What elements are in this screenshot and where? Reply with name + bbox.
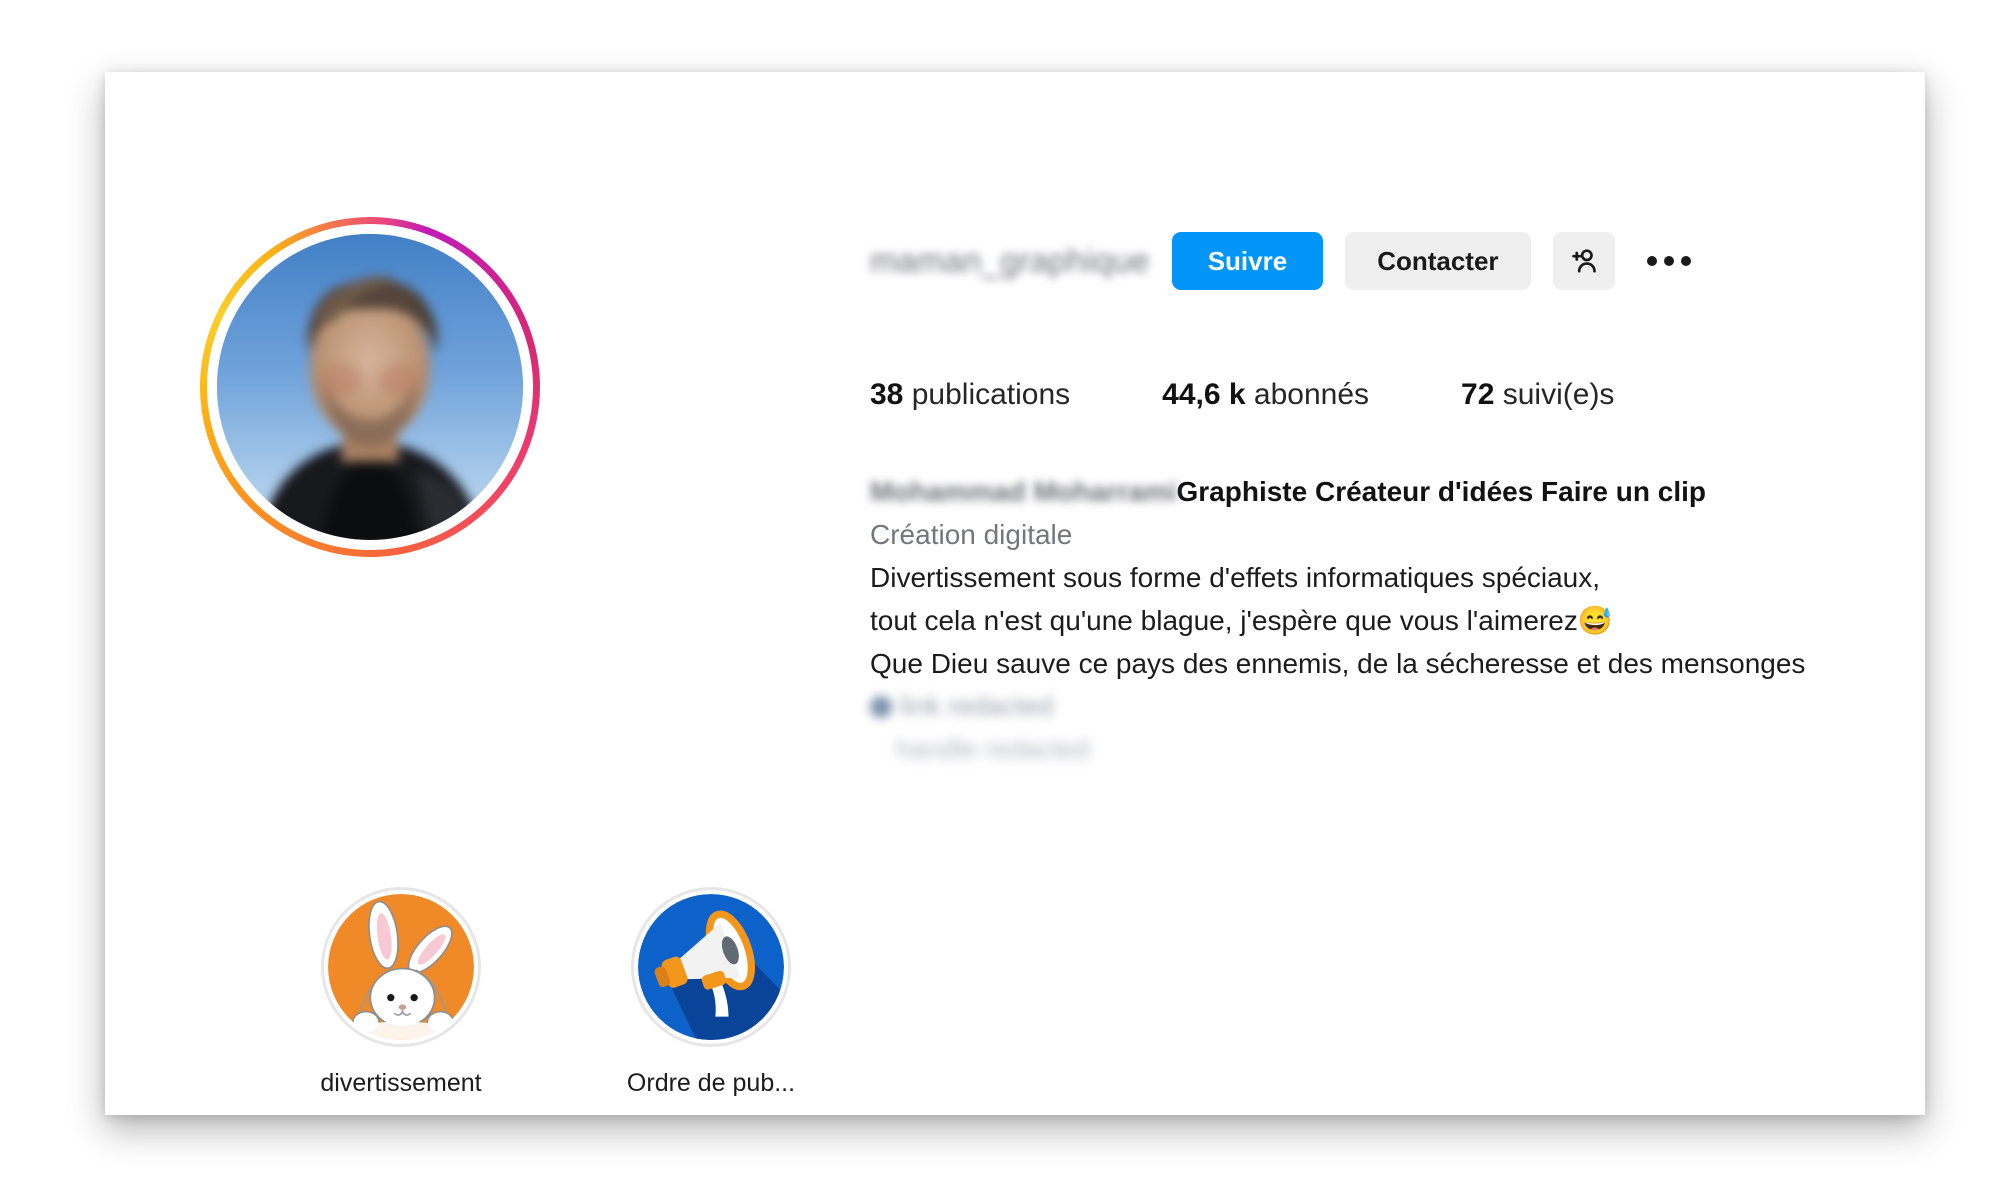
- bio-text-line-2-text: tout cela n'est qu'une blague, j'espère …: [870, 605, 1578, 636]
- instagram-profile-card: maman_graphique Suivre Contacter 38 publ…: [105, 72, 1925, 1115]
- bio-blurred-handle-text: handle redacted: [896, 734, 1090, 764]
- profile-header-row: maman_graphique Suivre Contacter: [870, 232, 1701, 290]
- stat-followers[interactable]: 44,6 k abonnés: [1162, 378, 1369, 412]
- stat-followers-value: 44,6 k: [1162, 378, 1246, 411]
- stat-posts-label: publications: [911, 378, 1071, 411]
- highlight-label: divertissement: [320, 1069, 482, 1097]
- screenshot-root: maman_graphique Suivre Contacter 38 publ…: [0, 0, 2000, 1200]
- avatar-portrait-icon: [217, 234, 523, 540]
- bio-text-line-3: Que Dieu sauve ce pays des ennemis, de l…: [870, 648, 1806, 679]
- follow-button[interactable]: Suivre: [1171, 232, 1324, 290]
- person-add-icon[interactable]: [1552, 232, 1615, 290]
- bio-headline: Graphiste Créateur d'idées Faire un clip: [1176, 476, 1706, 507]
- grinning-sweat-emoji: 😅: [1577, 605, 1613, 636]
- bio-blurred-link[interactable]: link redacted: [870, 685, 1950, 728]
- stat-followers-label: abonnés: [1253, 378, 1370, 411]
- bunny-icon: [328, 894, 474, 1040]
- stat-following-value: 72: [1461, 378, 1495, 411]
- bio-blurred-handle[interactable]: handle redacted: [870, 728, 1950, 771]
- bio-blurred-link-text: link redacted: [900, 691, 1054, 721]
- stat-posts[interactable]: 38 publications: [870, 378, 1070, 412]
- stat-following[interactable]: 72 suivi(e)s: [1461, 378, 1614, 412]
- bio-name-line: Mohammad MoharramiGraphiste Créateur d'i…: [870, 470, 1950, 513]
- dot: [1680, 256, 1691, 266]
- bio-text-line-2: tout cela n'est qu'une blague, j'espère …: [870, 599, 1950, 642]
- profile-username[interactable]: maman_graphique: [870, 242, 1150, 280]
- bio-category: Création digitale: [870, 519, 1073, 550]
- stat-posts-value: 38: [870, 378, 904, 411]
- person-add-glyph: [1571, 249, 1596, 273]
- bio-text-line-1: Divertissement sous forme d'effets infor…: [870, 562, 1601, 593]
- profile-bio: Mohammad MoharramiGraphiste Créateur d'i…: [870, 470, 1950, 771]
- link-favicon-icon: [870, 696, 892, 718]
- contact-button[interactable]: Contacter: [1345, 232, 1531, 290]
- megaphone-icon: [638, 894, 784, 1040]
- profile-avatar[interactable]: [200, 217, 540, 557]
- more-options-icon[interactable]: [1637, 256, 1701, 266]
- highlight-thumb: [321, 887, 481, 1047]
- highlight-ordre-de-pub[interactable]: Ordre de pub...: [615, 887, 807, 1098]
- dot: [1646, 256, 1657, 266]
- profile-stats: 38 publications 44,6 k abonnés 72 suivi(…: [870, 378, 1614, 412]
- highlight-thumb: [631, 887, 791, 1047]
- highlight-label: Ordre de pub...: [626, 1069, 796, 1097]
- bio-display-name: Mohammad Moharrami: [870, 476, 1177, 507]
- avatar-photo: [217, 234, 523, 540]
- stat-following-label: suivi(e)s: [1502, 378, 1615, 411]
- highlight-divertissement[interactable]: divertissement: [305, 887, 497, 1098]
- dot: [1663, 256, 1674, 266]
- story-highlights: divertissement Ordre de pub...: [305, 887, 807, 1098]
